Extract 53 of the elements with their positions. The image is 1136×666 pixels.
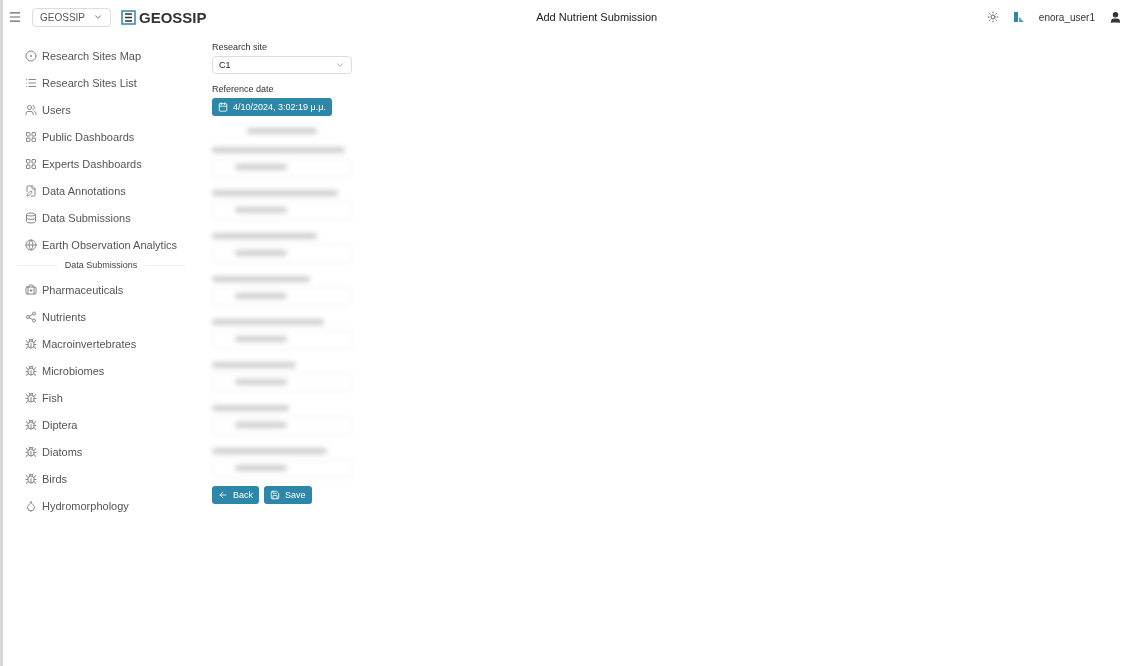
bug-icon [25, 391, 37, 404]
username[interactable]: enora_user1 [1038, 11, 1095, 23]
globe-icon [25, 238, 37, 251]
field-label: Research site [212, 42, 269, 52]
list-icon [25, 76, 37, 89]
sidebar-item[interactable]: Public Dashboards [25, 123, 185, 150]
workspace-select[interactable]: GEOSSIP [32, 7, 111, 27]
bug-icon [25, 472, 37, 485]
arrow-left-icon [218, 490, 228, 500]
section-title: Data Submissions [17, 260, 185, 270]
sidebar-item[interactable]: Diptera [25, 411, 185, 438]
sidebar-item[interactable]: Microbiomes [25, 357, 185, 384]
sidebar-item[interactable]: Macroinvertebrates [25, 330, 185, 357]
user-icon[interactable] [1109, 10, 1122, 24]
sidebar-item[interactable]: Earth Observation Analytics [25, 231, 185, 258]
logo-text: GEOSSIP [139, 8, 207, 26]
sidebar-item[interactable]: Research Sites List [25, 69, 185, 96]
pen-icon [25, 184, 37, 197]
save-button[interactable]: Save [264, 486, 312, 504]
page-title: Add Nutrient Submission [535, 11, 659, 23]
sidebar-item[interactable]: Hydromorphology [25, 492, 185, 519]
sidebar-item[interactable]: Birds [25, 465, 185, 492]
sidebar-item[interactable]: Experts Dashboards [25, 150, 185, 177]
bug-icon [25, 418, 37, 431]
research-site-select[interactable]: C1 [212, 56, 352, 74]
database-icon [25, 211, 37, 224]
sidebar-item[interactable]: Data Submissions [25, 204, 185, 231]
sidebar-item[interactable]: Data Annotations [25, 177, 185, 204]
sidebar-item[interactable]: Diatoms [25, 438, 185, 465]
bug-icon [25, 337, 37, 350]
bug-icon [25, 364, 37, 377]
field-label: Reference date [212, 84, 275, 94]
chevron-down-icon [93, 12, 103, 22]
users-icon [25, 103, 37, 116]
calendar-icon [218, 102, 228, 112]
save-icon [270, 490, 280, 500]
grid-icon [25, 157, 37, 170]
sidebar-item[interactable]: Research Sites Map [25, 42, 185, 69]
app-icon[interactable] [1012, 11, 1025, 23]
bug-icon [25, 445, 37, 458]
back-button[interactable]: Back [212, 486, 259, 504]
chevron-down-icon [335, 60, 345, 70]
sidebar-item[interactable]: Nutrients [25, 303, 185, 330]
date-picker-button[interactable]: 4/10/2024, 3:02:19 μ.μ. [212, 98, 332, 116]
medical-case-icon [25, 283, 37, 296]
grid-icon [25, 130, 37, 143]
sidebar-item[interactable]: Fish [25, 384, 185, 411]
sidebar-item[interactable]: Users [25, 96, 185, 123]
sidebar-item[interactable]: Pharmaceuticals [25, 276, 185, 303]
droplet-icon [25, 499, 37, 512]
logo-icon [121, 9, 136, 25]
theme-toggle-icon[interactable] [986, 11, 999, 23]
menu-icon[interactable] [8, 10, 22, 24]
